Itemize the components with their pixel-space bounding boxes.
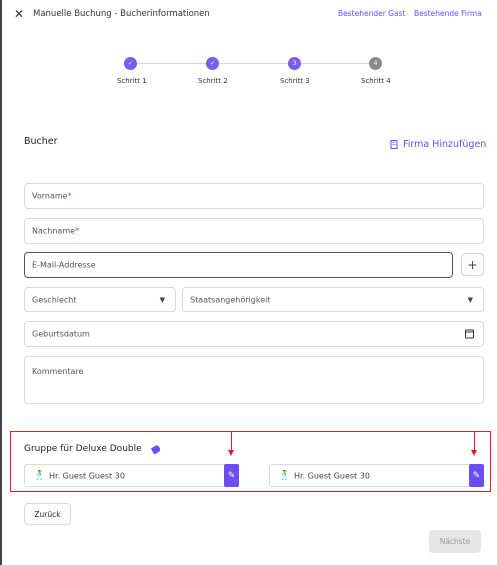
nationality-placeholder: Staatsangehörigkeit [190, 295, 271, 304]
step-1-check-icon: ✓ [124, 57, 137, 70]
annotation-arrow-head [228, 450, 234, 456]
calendar-icon[interactable] [465, 329, 474, 339]
step-connector [218, 63, 288, 64]
step-connector [300, 63, 370, 64]
annotation-arrow [231, 431, 233, 451]
group-title: Gruppe für Deluxe Double [24, 443, 161, 455]
chevron-down-icon: ▼ [159, 295, 165, 304]
dialog-header: ✕ Manuelle Buchung - Bucherinformationen… [0, 0, 497, 30]
person-icon: 🕺 [34, 470, 46, 481]
annotation-arrow [474, 431, 476, 451]
annotation-arrow-head [471, 450, 477, 456]
step-4-indicator: 4 [369, 57, 382, 70]
group-title-text: Gruppe für Deluxe Double [24, 444, 142, 454]
booker-section-title: Bucher [24, 136, 58, 147]
gender-placeholder: Geschlecht [32, 295, 77, 304]
step-connector [136, 63, 206, 64]
nationality-select[interactable]: Staatsangehörigkeit ▼ [182, 287, 484, 312]
next-button[interactable]: Nächste [429, 530, 481, 553]
pencil-icon: ✎ [472, 470, 481, 481]
first-name-field[interactable]: Vorname* [24, 183, 484, 209]
edit-guest-button[interactable]: ✎ [469, 464, 484, 487]
gender-select[interactable]: Geschlecht ▼ [24, 287, 176, 312]
building-icon [390, 140, 398, 149]
existing-guest-link[interactable]: Bestehender Gast [338, 9, 405, 18]
email-field[interactable]: E-Mail-Addresse [24, 252, 453, 278]
email-placeholder: E-Mail-Addresse [32, 260, 96, 270]
add-firm-label: Firma Hinzufügen [403, 139, 487, 150]
step-2-label: Schritt 2 [198, 77, 228, 85]
guest-text: Hr. Guest Guest 30 [49, 471, 125, 480]
pencil-icon: ✎ [227, 470, 236, 481]
last-name-placeholder: Nachname* [32, 226, 80, 236]
guest-field[interactable]: 🕺 Hr. Guest Guest 30 [24, 464, 238, 487]
chevron-down-icon: ▼ [467, 295, 473, 304]
step-3-indicator: 3 [288, 57, 301, 70]
edit-guest-button[interactable]: ✎ [224, 464, 239, 487]
guest-text: Hr. Guest Guest 30 [294, 471, 370, 480]
tag-icon [150, 443, 161, 455]
add-email-button[interactable]: + [461, 253, 484, 276]
step-1-label: Schritt 1 [117, 77, 147, 85]
back-button[interactable]: Zurück [24, 503, 71, 525]
birthdate-placeholder: Geburtsdatum [32, 329, 90, 339]
birthdate-field[interactable]: Geburtsdatum [24, 321, 484, 347]
person-icon: 🕺 [279, 470, 291, 481]
window-edge [0, 0, 2, 565]
step-2-check-icon: ✓ [206, 57, 219, 70]
comments-textarea[interactable]: Kommentare [24, 356, 484, 404]
close-icon[interactable]: ✕ [14, 7, 24, 21]
last-name-field[interactable]: Nachname* [24, 218, 484, 244]
guest-field[interactable]: 🕺 Hr. Guest Guest 30 [269, 464, 483, 487]
dialog-title: Manuelle Buchung - Bucherinformationen [33, 9, 210, 19]
add-firm-button[interactable]: Firma Hinzufügen [390, 139, 486, 150]
existing-firm-link[interactable]: Bestehende Firma [414, 9, 482, 18]
first-name-placeholder: Vorname* [32, 191, 72, 201]
step-3-label: Schritt 3 [280, 77, 310, 85]
comments-placeholder: Kommentare [32, 367, 84, 376]
step-4-label: Schritt 4 [361, 77, 391, 85]
